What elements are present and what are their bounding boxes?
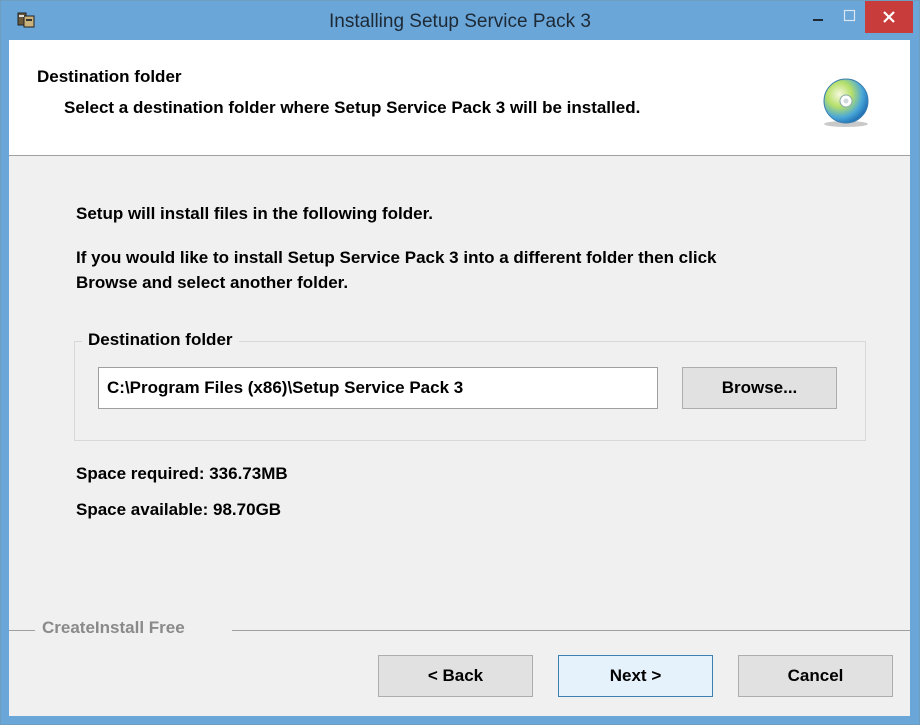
- window-title: Installing Setup Service Pack 3: [329, 11, 591, 32]
- footer-separator-right: [232, 630, 910, 631]
- minimize-icon: [813, 19, 823, 21]
- header-subtitle: Select a destination folder where Setup …: [64, 98, 641, 117]
- close-button[interactable]: [865, 1, 913, 33]
- maximize-button[interactable]: [835, 1, 865, 33]
- instruction-text-line2: Browse and select another folder.: [76, 273, 349, 292]
- next-button-label: Next >: [609, 666, 662, 685]
- install-info-text: Setup will install files in the followin…: [76, 204, 434, 223]
- destination-group-label: Destination folder: [82, 330, 239, 350]
- footer-separator-left: [9, 630, 35, 631]
- brand-label: CreateInstall Free: [42, 618, 185, 637]
- browse-button[interactable]: Browse...: [682, 367, 837, 409]
- back-button-label: < Back: [427, 666, 484, 685]
- wizard-header: Destination folder Select a destination …: [9, 40, 910, 156]
- cancel-button-label: Cancel: [787, 666, 844, 685]
- close-icon: [883, 11, 895, 23]
- dialog-client-area: Destination folder Select a destination …: [9, 40, 910, 716]
- title-bar[interactable]: Installing Setup Service Pack 3: [1, 1, 919, 40]
- browse-button-label: Browse...: [721, 378, 798, 397]
- maximize-icon: [843, 9, 856, 22]
- header-title: Destination folder: [37, 67, 182, 86]
- minimize-button[interactable]: [801, 1, 835, 33]
- installer-window: Installing Setup Service Pack 3 Destinat…: [0, 0, 920, 725]
- space-available-text: Space available: 98.70GB: [76, 500, 282, 519]
- back-button[interactable]: < Back: [378, 655, 533, 697]
- next-button[interactable]: Next >: [558, 655, 713, 697]
- space-required-text: Space required: 336.73MB: [76, 464, 288, 483]
- cd-disc-icon: [821, 77, 871, 129]
- destination-path-input[interactable]: [98, 367, 658, 409]
- cancel-button[interactable]: Cancel: [738, 655, 893, 697]
- instruction-text-line1: If you would like to install Setup Servi…: [76, 248, 717, 267]
